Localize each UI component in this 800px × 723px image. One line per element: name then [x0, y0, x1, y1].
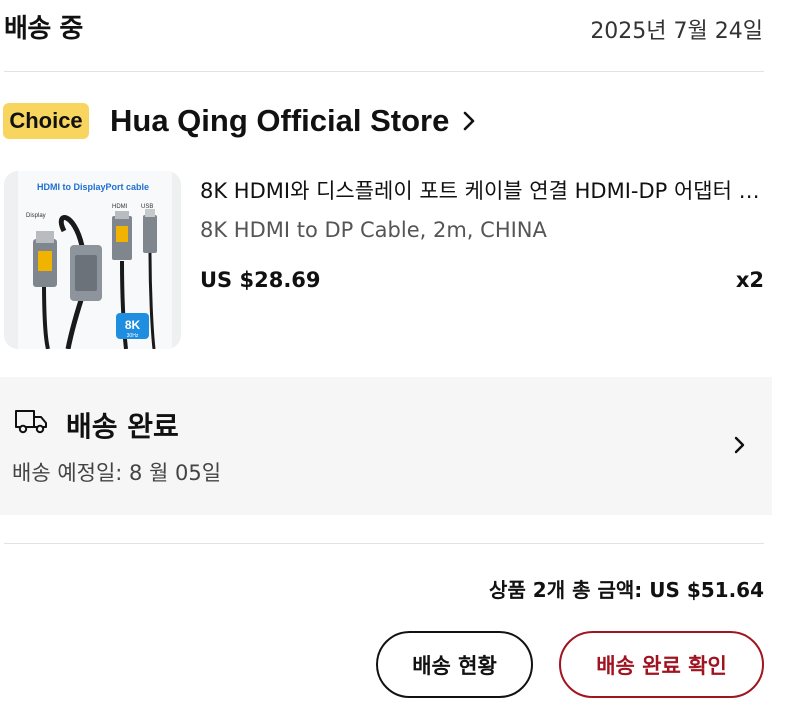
choice-badge: Choice: [3, 103, 89, 139]
delivery-eta: 배송 예정일: 8 월 05일: [12, 461, 222, 485]
delivery-status-panel[interactable]: 배송 완료 배송 예정일: 8 월 05일: [0, 377, 772, 515]
thumb-8k-sub: 30Hz: [127, 333, 139, 339]
confirm-delivery-button[interactable]: 배송 완료 확인: [559, 631, 764, 698]
order-status-title: 배송 중: [4, 14, 83, 44]
thumb-8k-badge: 8K: [125, 318, 141, 332]
track-delivery-button[interactable]: 배송 현황: [376, 631, 533, 698]
store-link[interactable]: Hua Qing Official Store: [110, 103, 477, 139]
product-thumbnail[interactable]: HDMI to DisplayPort cable Display HDMI U…: [4, 171, 181, 349]
order-total: 상품 2개 총 금액: US $51.64: [489, 578, 764, 602]
product-variant: 8K HDMI to DP Cable, 2m, CHINA: [200, 218, 547, 242]
summary-divider: [4, 543, 764, 544]
thumb-label-display: Display: [26, 213, 46, 219]
delivery-title: 배송 완료: [66, 410, 179, 443]
product-name[interactable]: 8K HDMI와 디스플레이 포트 케이블 연결 HDMI-DP 어댑터 케이블: [200, 175, 760, 205]
chevron-right-icon: [464, 111, 475, 131]
store-name: Hua Qing Official Store: [110, 103, 450, 138]
thumb-header: HDMI to DisplayPort cable: [37, 182, 149, 192]
truck-icon: [15, 410, 47, 434]
product-quantity: x2: [735, 268, 764, 292]
chevron-right-icon: [734, 436, 745, 454]
product-price: US $28.69: [200, 268, 321, 292]
thumb-label-hdmi: HDMI: [112, 204, 128, 210]
order-date: 2025년 7월 24일: [590, 19, 763, 44]
header-divider: [4, 71, 764, 72]
